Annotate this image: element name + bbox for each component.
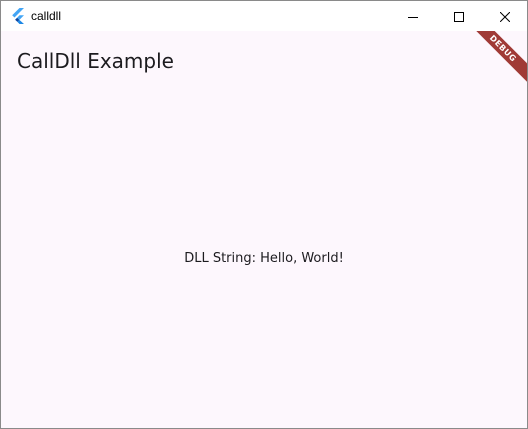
- window-title: calldll: [31, 9, 62, 23]
- minimize-icon: [408, 7, 418, 26]
- close-icon: [499, 7, 511, 26]
- flutter-logo-icon: [11, 8, 25, 24]
- title-bar[interactable]: calldll: [1, 1, 527, 31]
- app-content: CallDll Example DLL String: Hello, World…: [1, 31, 527, 428]
- dll-string-text: DLL String: Hello, World!: [184, 251, 344, 266]
- debug-banner-label: DEBUG: [471, 31, 527, 87]
- app-window: calldll CallDll Example DLL String: Hell…: [0, 0, 528, 429]
- close-button[interactable]: [482, 1, 527, 31]
- minimize-button[interactable]: [390, 1, 436, 31]
- maximize-button[interactable]: [436, 1, 482, 31]
- app-title: CallDll Example: [17, 49, 174, 73]
- maximize-icon: [454, 7, 464, 26]
- debug-banner: DEBUG: [471, 31, 527, 87]
